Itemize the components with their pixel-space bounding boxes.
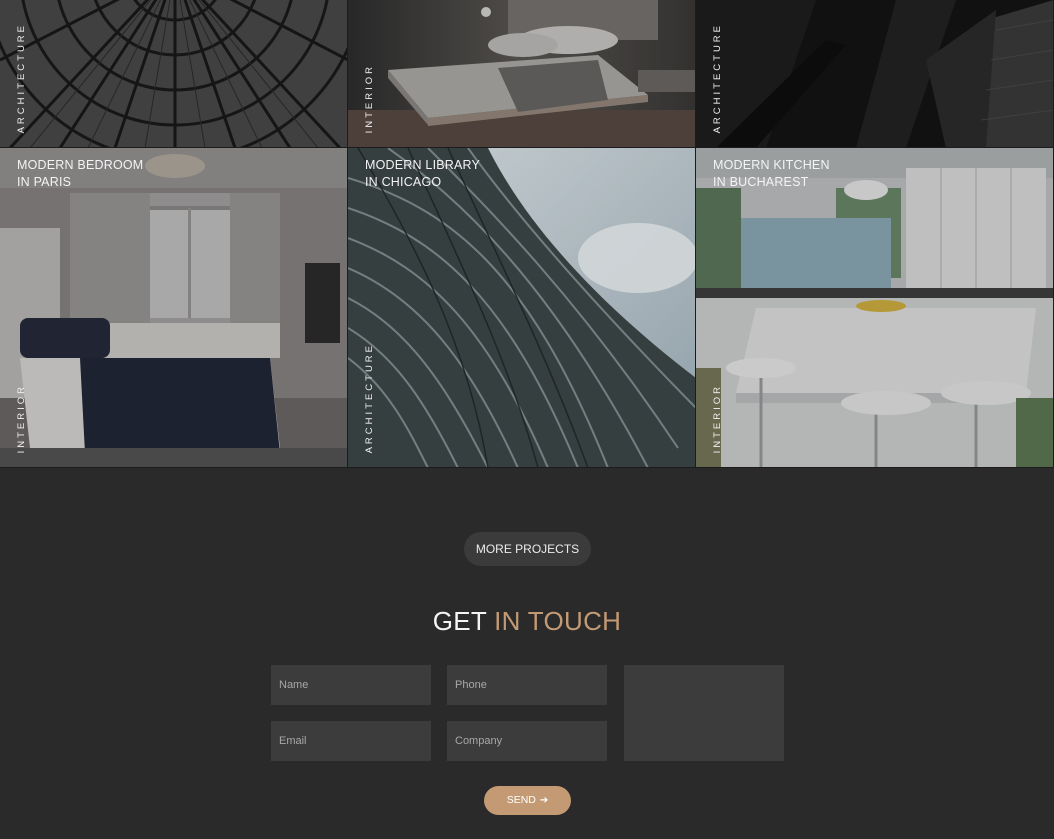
contact-heading: GET IN TOUCH xyxy=(432,606,622,636)
project-title: Modern Library in Chicago xyxy=(365,158,481,189)
project-tile[interactable]: Architecture xyxy=(0,0,348,148)
image-overlay xyxy=(0,148,347,467)
project-category: Interior xyxy=(712,383,723,453)
name-field[interactable] xyxy=(271,665,431,705)
project-category: Architecture xyxy=(712,22,723,133)
project-category: Architecture xyxy=(16,22,27,133)
project-tile[interactable]: Modern Kitchen in Bucharest Interior xyxy=(696,148,1054,468)
project-tile[interactable]: Interior xyxy=(348,0,696,148)
project-tile[interactable]: Architecture xyxy=(696,0,1054,148)
company-field[interactable] xyxy=(447,721,607,761)
arrow-right-icon: ➔ xyxy=(539,795,549,806)
send-label: Send xyxy=(506,794,536,806)
image-overlay xyxy=(348,148,695,467)
image-overlay xyxy=(696,148,1053,467)
email-field[interactable] xyxy=(271,721,431,761)
image-overlay xyxy=(348,0,695,147)
more-projects-button[interactable]: More Projects xyxy=(464,532,591,566)
phone-field[interactable] xyxy=(447,665,607,705)
image-overlay xyxy=(696,0,1053,147)
image-overlay xyxy=(0,0,347,147)
project-title: Modern Bedroom in Paris xyxy=(17,158,144,189)
project-tile[interactable]: Modern Bedroom in Paris Interior xyxy=(0,148,348,468)
project-title: Modern Kitchen in Bucharest xyxy=(713,158,830,189)
page: Architecture xyxy=(0,0,1054,839)
project-category: Interior xyxy=(16,383,27,453)
send-button[interactable]: Send ➔ xyxy=(484,786,571,815)
project-category: Interior xyxy=(364,63,375,133)
project-tile[interactable]: Modern Library in Chicago Architecture xyxy=(348,148,696,468)
project-category: Architecture xyxy=(364,342,375,453)
message-field[interactable] xyxy=(624,665,784,761)
